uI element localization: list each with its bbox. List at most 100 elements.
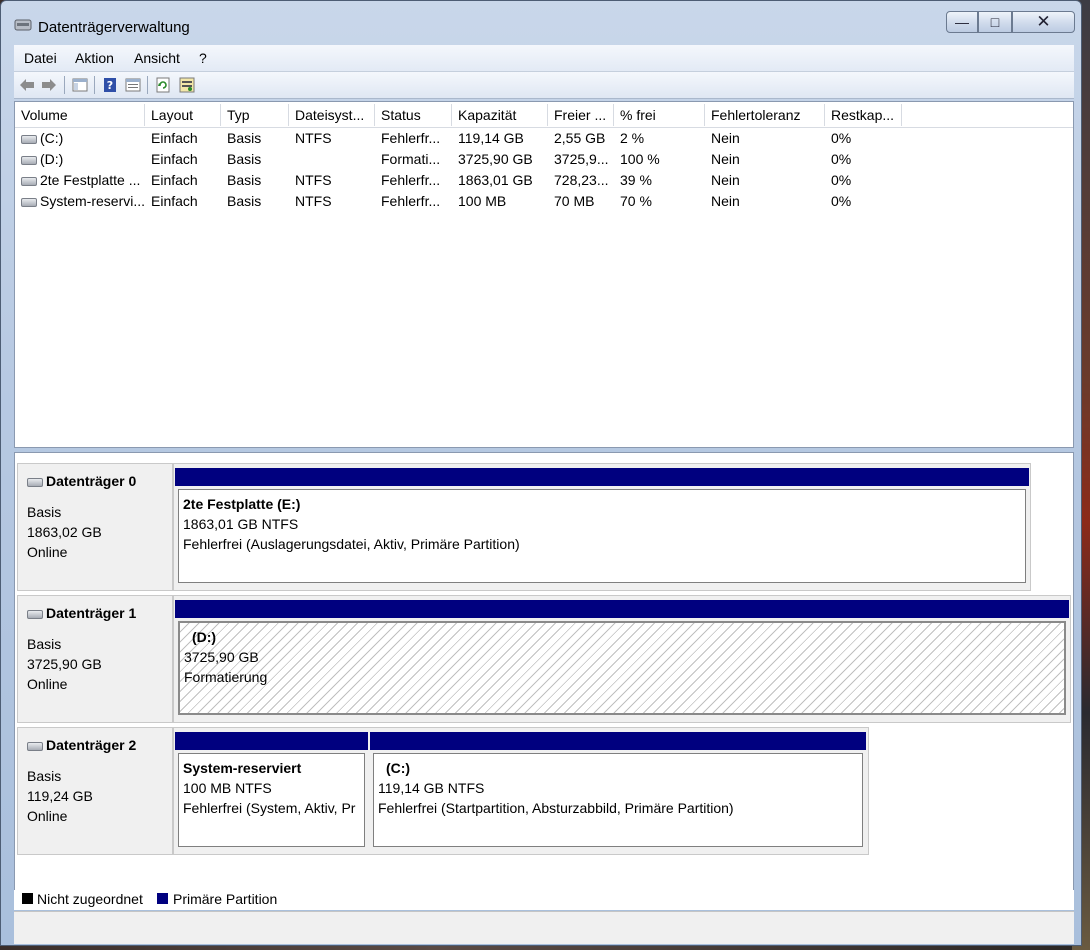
disk-size: 3725,90 GB (27, 656, 102, 672)
table-cell: 0% (831, 130, 852, 146)
column-header-prozent-frei[interactable]: % frei (614, 104, 705, 126)
minimize-button[interactable]: — (946, 11, 978, 33)
close-icon: ✕ (1036, 12, 1051, 31)
title-bar[interactable]: Datenträgerverwaltung — □ ✕ (1, 1, 1081, 43)
disk-icon (27, 477, 43, 487)
table-cell: Fehlerfr... (381, 130, 441, 146)
table-cell: 2,55 GB (554, 130, 606, 146)
legend-unallocated-swatch (22, 893, 33, 904)
volume-list[interactable]: Volume Layout Typ Dateisyst... Status Ka… (14, 101, 1074, 448)
partition-d[interactable]: (D:) 3725,90 GB Formatierung (175, 600, 1069, 718)
table-row[interactable]: 2te Festplatte ... (15, 170, 145, 191)
refresh-icon[interactable] (154, 76, 172, 94)
disk-management-window: Datenträgerverwaltung — □ ✕ Datei Aktion… (0, 0, 1082, 946)
table-cell: 2 % (620, 130, 645, 146)
drive-icon (21, 176, 37, 186)
partition-e[interactable]: 2te Festplatte (E:) 1863,01 GB NTFS Fehl… (175, 468, 1029, 586)
menu-aktion[interactable]: Aktion (75, 50, 114, 66)
column-header-fehlertoleranz[interactable]: Fehlertoleranz (705, 104, 825, 126)
column-header-status[interactable]: Status (375, 104, 452, 126)
partition-body: 2te Festplatte (E:) 1863,01 GB NTFS Fehl… (178, 489, 1026, 583)
disk-2-partitions: System-reserviert 100 MB NTFS Fehlerfrei… (173, 727, 869, 855)
drive-icon (21, 197, 37, 207)
column-header-layout[interactable]: Layout (145, 104, 221, 126)
partition-name: System-reserviert (183, 760, 302, 776)
partition-c[interactable]: (C:) 119,14 GB NTFS Fehlerfrei (Startpar… (370, 732, 866, 850)
disk-type: Basis (27, 636, 62, 652)
forward-arrow-icon[interactable] (40, 76, 58, 94)
partition-size: 1863,01 GB NTFS (183, 516, 299, 532)
table-row[interactable]: System-reservi... (15, 191, 145, 212)
column-header-kapazitaet[interactable]: Kapazität (452, 104, 548, 126)
table-cell: Einfach (151, 172, 198, 188)
rescan-disks-icon[interactable] (178, 76, 196, 94)
column-header-restkapazitaet[interactable]: Restkap... (825, 104, 902, 126)
table-cell: NTFS (295, 193, 332, 209)
primary-partition-bar (175, 468, 1029, 486)
column-header-dateisystem[interactable]: Dateisyst... (289, 104, 375, 126)
partition-system-reserviert[interactable]: System-reserviert 100 MB NTFS Fehlerfrei… (175, 732, 368, 850)
properties-icon[interactable] (124, 76, 142, 94)
table-cell: Nein (711, 172, 740, 188)
disk-graphical-view[interactable]: Datenträger 0 Basis 1863,02 GB Online 2t… (14, 452, 1074, 907)
partition-status: Fehlerfrei (Startpartition, Absturzabbil… (378, 800, 734, 816)
toolbar-separator (64, 76, 65, 94)
legend-unallocated-label: Nicht zugeordnet (37, 891, 143, 907)
column-header-typ[interactable]: Typ (221, 104, 289, 126)
table-cell: Einfach (151, 151, 198, 167)
table-cell: 0% (831, 151, 852, 167)
primary-partition-bar (370, 732, 866, 750)
disk-label-0[interactable]: Datenträger 0 Basis 1863,02 GB Online (17, 463, 173, 591)
partition-size: 100 MB NTFS (183, 780, 272, 796)
table-cell: 3725,9... (554, 151, 609, 167)
partition-body: System-reserviert 100 MB NTFS Fehlerfrei… (178, 753, 365, 847)
table-cell: Fehlerfr... (381, 193, 441, 209)
partition-status: Formatierung (184, 669, 268, 685)
table-cell: 3725,90 GB (458, 151, 533, 167)
table-cell: 0% (831, 193, 852, 209)
status-bar (14, 911, 1074, 944)
menu-ansicht[interactable]: Ansicht (134, 50, 180, 66)
table-cell: Basis (227, 193, 262, 209)
partition-name: (C:) (386, 760, 411, 776)
help-icon[interactable]: ? (101, 76, 119, 94)
disk-icon (27, 741, 43, 751)
column-header-volume[interactable]: Volume (15, 104, 145, 126)
column-header-freier-speicher[interactable]: Freier ... (548, 104, 614, 126)
close-button[interactable]: ✕ (1012, 11, 1075, 33)
table-cell: 70 % (620, 193, 652, 209)
table-row[interactable]: (C:) (15, 128, 145, 149)
table-cell: Formati... (381, 151, 441, 167)
partition-body: (C:) 119,14 GB NTFS Fehlerfrei (Startpar… (373, 753, 863, 847)
partition-name: 2te Festplatte (E:) (183, 496, 301, 512)
table-cell: 39 % (620, 172, 652, 188)
disk-size: 119,24 GB (27, 788, 93, 804)
disk-type: Basis (27, 768, 62, 784)
table-cell: 119,14 GB (458, 130, 524, 146)
table-cell: NTFS (295, 130, 332, 146)
partition-body: (D:) 3725,90 GB Formatierung (178, 621, 1066, 715)
minimize-icon: — (955, 14, 969, 30)
disk-management-app-icon (14, 19, 32, 31)
table-cell (289, 149, 375, 170)
partition-size: 119,14 GB NTFS (378, 780, 485, 796)
disk-label-2[interactable]: Datenträger 2 Basis 119,24 GB Online (17, 727, 173, 855)
disk-name: Datenträger 0 (27, 473, 136, 489)
table-cell: 100 MB (458, 193, 507, 209)
table-cell: Basis (227, 172, 262, 188)
menu-help[interactable]: ? (199, 50, 207, 66)
console-tree-icon[interactable] (71, 76, 89, 94)
svg-text:?: ? (107, 79, 113, 92)
legend-primary-swatch (157, 893, 168, 904)
back-arrow-icon[interactable] (18, 76, 36, 94)
disk-0-partitions: 2te Festplatte (E:) 1863,01 GB NTFS Fehl… (173, 463, 1031, 591)
primary-partition-bar (175, 732, 368, 750)
maximize-button[interactable]: □ (978, 11, 1012, 33)
table-row[interactable]: (D:) (15, 149, 145, 170)
table-cell: Nein (711, 151, 740, 167)
disk-label-1[interactable]: Datenträger 1 Basis 3725,90 GB Online (17, 595, 173, 723)
maximize-icon: □ (990, 14, 1000, 30)
table-cell: 0% (831, 172, 852, 188)
table-cell: Nein (711, 193, 740, 209)
menu-datei[interactable]: Datei (24, 50, 57, 66)
